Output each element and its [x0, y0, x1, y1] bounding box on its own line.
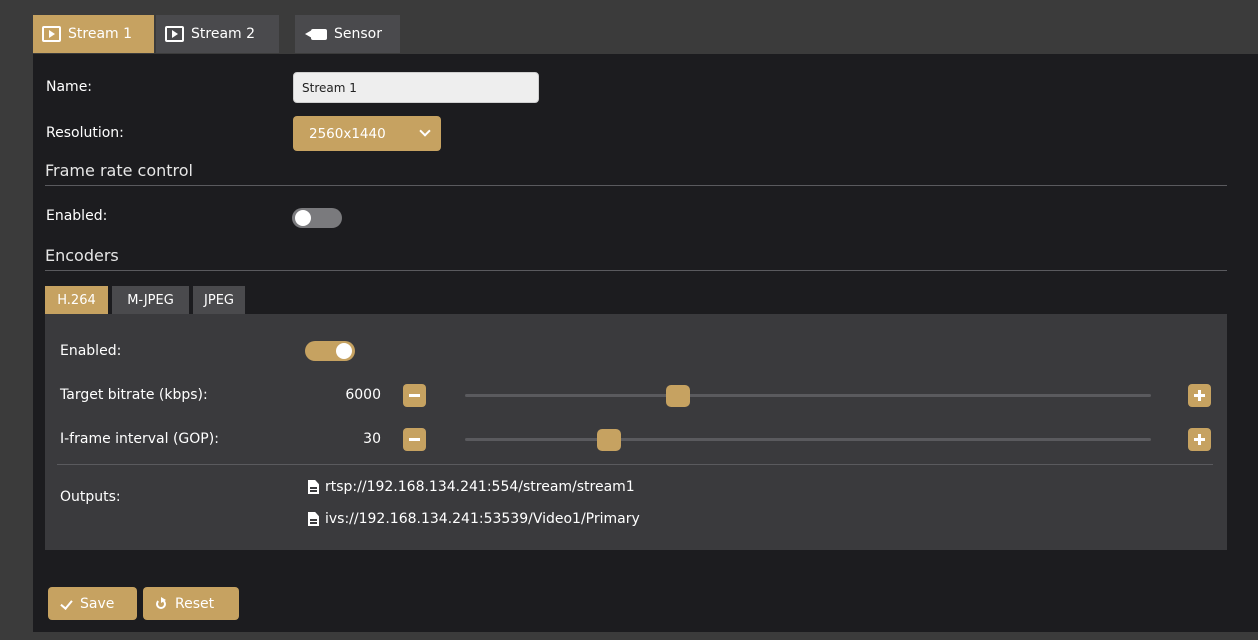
frame-rate-enabled-label: Enabled: [46, 208, 108, 224]
tab-jpeg[interactable]: JPEG [193, 286, 245, 314]
toggle-knob [336, 343, 352, 359]
video-camera-icon [305, 28, 327, 40]
gop-label: I-frame interval (GOP): [60, 431, 219, 447]
gop-slider-track[interactable] [465, 438, 1151, 441]
chevron-down-icon [419, 125, 431, 137]
resolution-label: Resolution: [46, 125, 124, 141]
reset-label: Reset [175, 595, 215, 612]
resolution-select[interactable]: 2560x1440 [293, 116, 441, 151]
tab-h264[interactable]: H.264 [45, 286, 108, 314]
divider [45, 270, 1227, 271]
tab-label: Stream 2 [191, 26, 256, 42]
toggle-knob [295, 210, 311, 226]
tab-bar: Stream 1 Stream 2 Sensor [33, 0, 1258, 54]
tab-sensor[interactable]: Sensor [295, 15, 400, 53]
name-input[interactable] [293, 72, 539, 103]
gop-decrease-button[interactable] [403, 428, 426, 451]
bitrate-slider-track[interactable] [465, 394, 1151, 397]
divider [45, 185, 1227, 186]
tab-stream-2[interactable]: Stream 2 [156, 15, 279, 53]
gop-increase-button[interactable] [1188, 428, 1211, 451]
tab-stream-1[interactable]: Stream 1 [33, 15, 154, 53]
reset-icon [155, 596, 167, 610]
resolution-value: 2560x1440 [309, 125, 386, 142]
divider [57, 464, 1213, 465]
bitrate-label: Target bitrate (kbps): [60, 387, 208, 403]
encoders-title: Encoders [45, 246, 119, 265]
save-label: Save [80, 595, 115, 612]
file-icon [308, 512, 319, 526]
tab-mjpeg[interactable]: M-JPEG [112, 286, 189, 314]
tab-label: Stream 1 [68, 26, 133, 42]
play-icon [165, 26, 184, 42]
encoder-enabled-toggle[interactable] [305, 341, 355, 361]
minus-icon [409, 394, 420, 397]
gop-value: 30 [363, 431, 381, 447]
bitrate-value: 6000 [345, 387, 381, 403]
file-icon [308, 480, 319, 494]
minus-icon [409, 438, 420, 441]
bitrate-slider-thumb[interactable] [665, 385, 690, 407]
frame-rate-enabled-toggle[interactable] [292, 208, 342, 228]
tab-label: Sensor [334, 26, 382, 42]
gop-slider-thumb[interactable] [597, 429, 622, 451]
stream-settings-frame: Stream 1 Stream 2 Sensor Name: Resolutio… [33, 0, 1258, 632]
save-button[interactable]: Save [48, 587, 137, 620]
output-url: rtsp://192.168.134.241:554/stream/stream… [325, 479, 635, 495]
name-label: Name: [46, 79, 93, 95]
check-icon [60, 598, 72, 610]
play-icon [42, 26, 61, 42]
outputs-label: Outputs: [60, 489, 121, 505]
frame-rate-title: Frame rate control [45, 161, 193, 180]
encoder-enabled-label: Enabled: [60, 343, 122, 359]
bitrate-increase-button[interactable] [1188, 384, 1211, 407]
output-item[interactable]: rtsp://192.168.134.241:554/stream/stream… [308, 479, 635, 495]
output-url: ivs://192.168.134.241:53539/Video1/Prima… [325, 511, 640, 527]
encoder-panel: Enabled: Target bitrate (kbps): 6000 I-f… [45, 314, 1227, 550]
reset-button[interactable]: Reset [143, 587, 239, 620]
bitrate-decrease-button[interactable] [403, 384, 426, 407]
output-item[interactable]: ivs://192.168.134.241:53539/Video1/Prima… [308, 511, 640, 527]
